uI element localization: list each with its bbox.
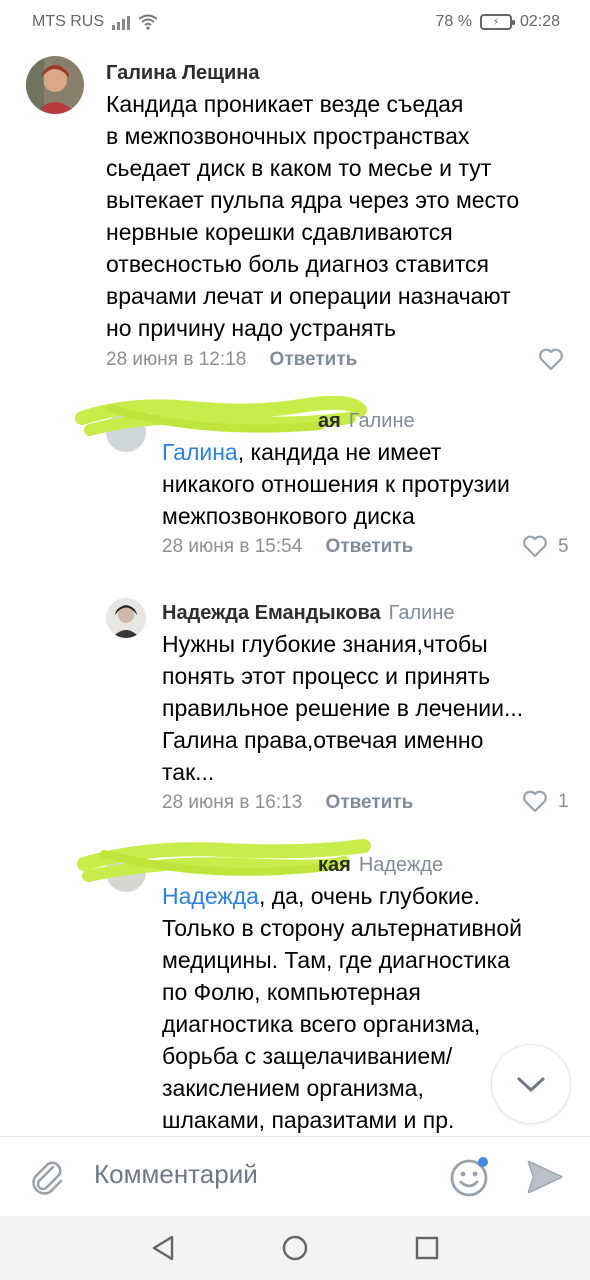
home-icon[interactable] — [281, 1234, 309, 1262]
comment-item: Галина Лещина Кандида проникает везде съ… — [0, 44, 590, 384]
reply-to-label[interactable]: Надежде — [359, 854, 443, 876]
heart-icon — [539, 348, 563, 371]
comment-composer: Комментарий — [0, 1136, 590, 1216]
emoji-icon[interactable] — [448, 1155, 492, 1199]
avatar[interactable] — [106, 598, 146, 638]
comment-meta: 28 июня в 12:18 Ответить — [106, 349, 357, 371]
mention-link[interactable]: Надежда — [162, 883, 259, 909]
recents-icon[interactable] — [414, 1235, 440, 1261]
scroll-down-button[interactable] — [491, 1044, 571, 1124]
heart-icon — [523, 790, 547, 813]
comment-item: Надежда Емандыкова Галине Нужны глубокие … — [0, 584, 590, 824]
reply-to-label[interactable]: Галине — [349, 410, 415, 432]
system-nav-bar — [0, 1216, 590, 1280]
avatar[interactable] — [26, 56, 84, 114]
reply-button[interactable]: Ответить — [270, 349, 358, 370]
comment-author-line: ая Галине — [318, 410, 415, 433]
comment-author-line: кая Надежде — [318, 854, 443, 877]
author-name[interactable]: Галина Лещина — [106, 62, 260, 84]
comment-text: Кандида проникает везде съедая в межпозв… — [106, 91, 520, 341]
status-left: MTS RUS — [32, 13, 158, 31]
battery-icon: ⚡ — [479, 14, 515, 30]
like-button[interactable] — [538, 348, 564, 371]
mention-link[interactable]: Галина — [162, 439, 238, 465]
author-name[interactable]: кая — [318, 854, 351, 876]
comment-text: Нужны глубокие знания,чтобы понять этот … — [162, 631, 524, 785]
status-right: 78 % ⚡ 02:28 — [435, 13, 560, 31]
comment-meta: 28 июня в 15:54 Ответить — [162, 536, 413, 558]
comment-item: ая Галине Галина, кандида не имеет никако… — [0, 392, 590, 572]
author-name[interactable]: ая — [318, 410, 341, 432]
like-button[interactable]: 1 — [522, 790, 569, 813]
battery-percent: 78 % — [435, 13, 472, 30]
like-count: 5 — [558, 535, 569, 557]
comment-date: 28 июня в 16:13 — [162, 792, 303, 813]
like-button[interactable]: 5 — [522, 535, 569, 558]
reply-button[interactable]: Ответить — [326, 792, 414, 813]
status-bar: MTS RUS 78 % ⚡ 02:28 — [0, 0, 590, 44]
comment-input[interactable]: Комментарий — [94, 1159, 258, 1190]
chevron-down-icon — [517, 1077, 545, 1092]
back-icon[interactable] — [150, 1234, 176, 1262]
comment-date: 28 июня в 15:54 — [162, 536, 303, 557]
like-count: 1 — [558, 790, 569, 812]
comment-date: 28 июня в 12:18 — [106, 349, 247, 370]
comment-meta: 28 июня в 16:13 Ответить — [162, 792, 413, 814]
signal-icon — [112, 14, 130, 30]
clock: 02:28 — [519, 13, 560, 30]
carrier-label: MTS RUS — [32, 13, 104, 30]
comment-author-line: Галина Лещина — [106, 62, 260, 85]
heart-icon — [523, 535, 547, 558]
comment-author-line: Надежда Емандыкова Галине — [162, 602, 455, 625]
send-icon[interactable] — [526, 1159, 564, 1195]
paperclip-icon[interactable] — [28, 1157, 66, 1197]
wifi-icon — [138, 14, 158, 30]
comment-body: , да, очень глубокие. Только в сторону а… — [162, 883, 522, 1133]
author-name[interactable]: Надежда Емандыкова — [162, 602, 381, 624]
reply-to-label[interactable]: Галине — [389, 602, 455, 624]
comment-text: Галина, кандида не имеет никакого отноше… — [162, 436, 572, 532]
reply-button[interactable]: Ответить — [326, 536, 414, 557]
comments-feed[interactable]: Галина Лещина Кандида проникает везде съ… — [0, 44, 590, 1136]
